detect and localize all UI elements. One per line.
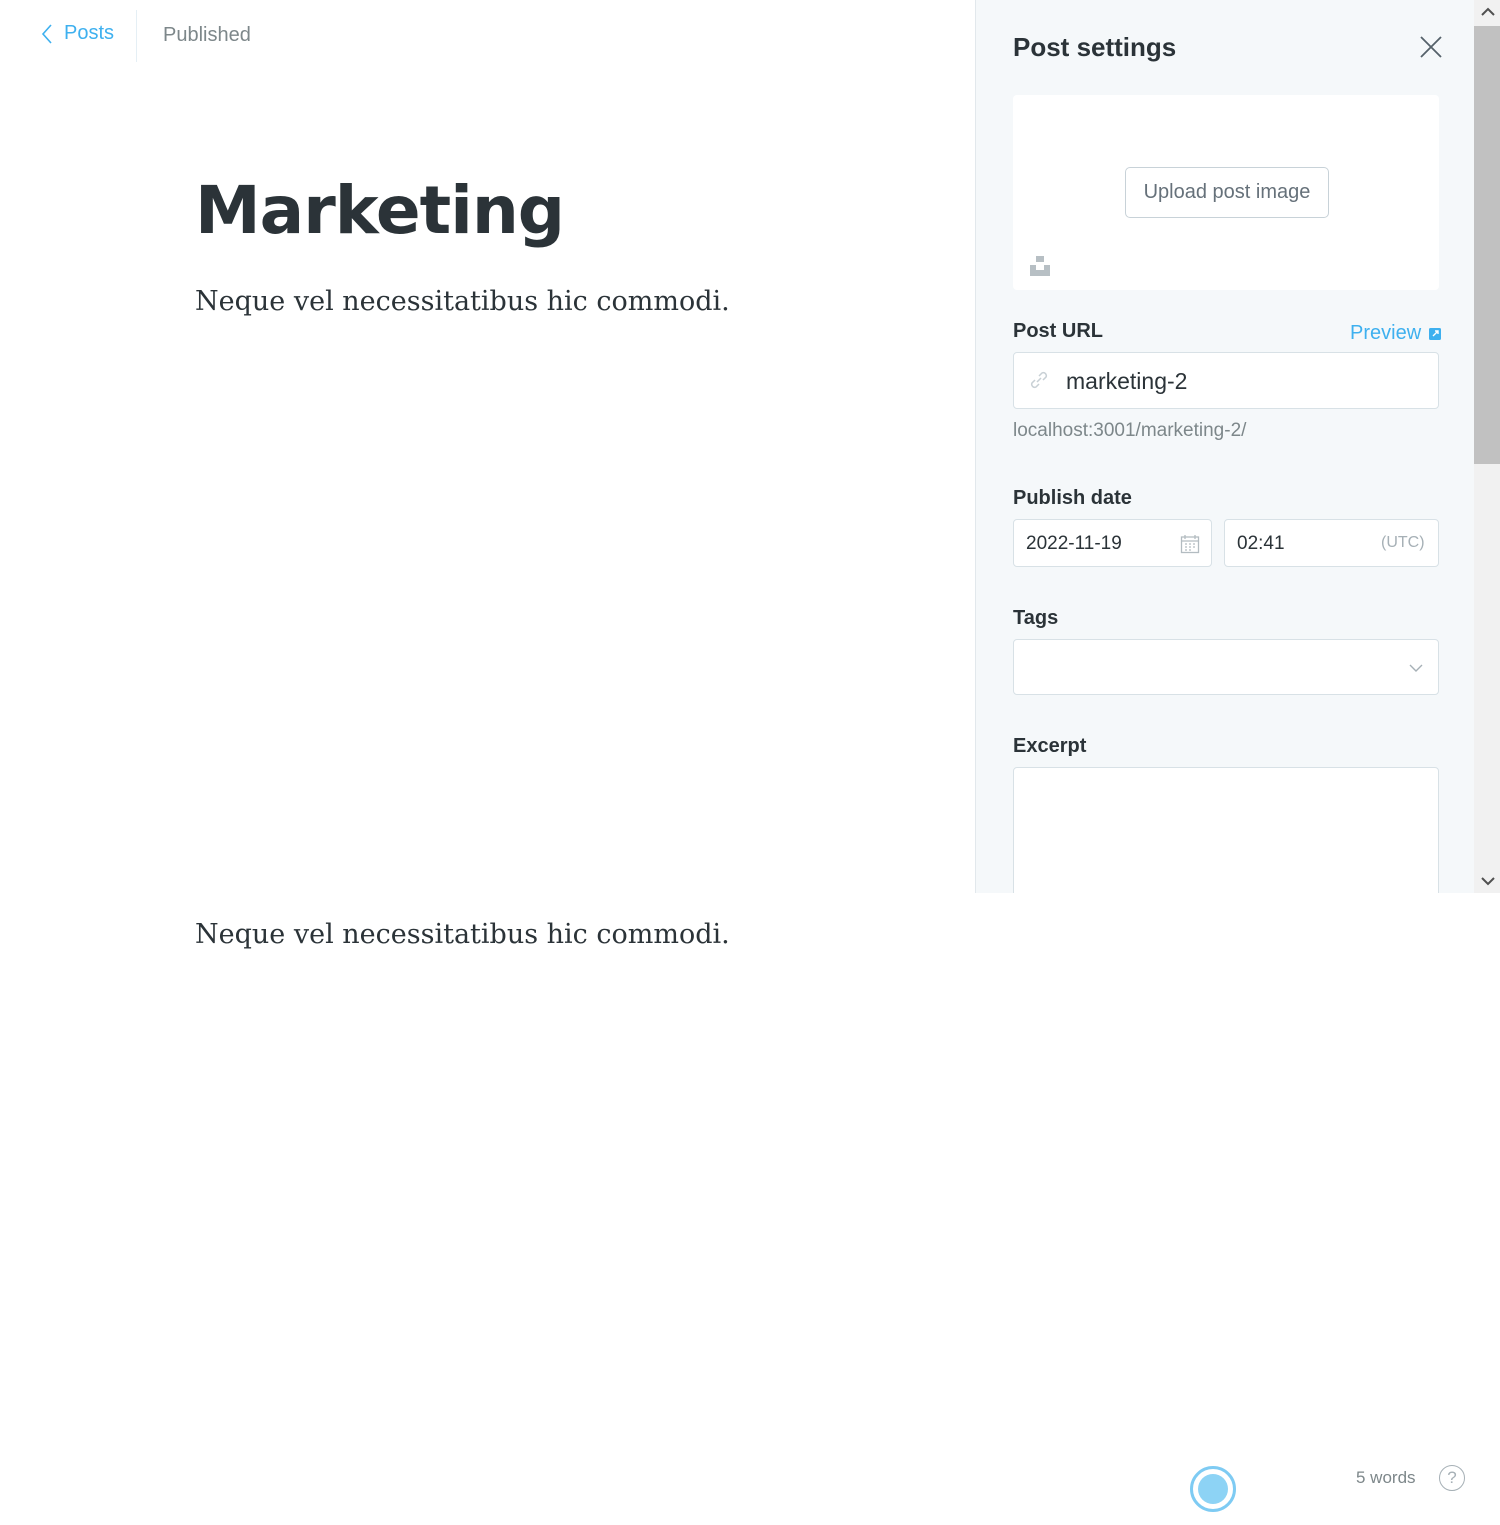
chevron-left-icon [41,23,52,44]
publish-date-field[interactable] [1013,519,1212,567]
calendar-icon[interactable] [1180,534,1200,554]
post-image-dropzone[interactable]: Upload post image [1013,95,1439,290]
excerpt-label: Excerpt [1013,735,1087,757]
preview-link[interactable]: Preview [1350,322,1442,345]
external-link-icon [1429,327,1442,340]
back-to-posts-link[interactable]: Posts [40,22,114,45]
post-paragraph[interactable]: Neque vel necessitatibus hic commodi. [195,919,730,950]
unsplash-icon[interactable] [1029,255,1051,277]
word-count: 5 words [1356,1468,1416,1487]
saving-spinner [1190,1466,1236,1512]
post-url-input[interactable] [1066,363,1426,399]
excerpt-textarea[interactable] [1013,767,1439,893]
timezone-label: (UTC) [1381,534,1425,551]
scroll-thumb[interactable] [1474,26,1500,464]
publish-date-input[interactable] [1026,529,1166,559]
panel-scrollbar[interactable] [1474,0,1500,893]
upload-post-image-button[interactable]: Upload post image [1125,167,1329,218]
post-title[interactable]: Marketing [195,172,565,249]
help-icon[interactable]: ? [1439,1465,1465,1491]
spinner-dot [1198,1474,1228,1504]
post-url-label: Post URL [1013,320,1103,342]
publish-time-field[interactable]: (UTC) [1224,519,1439,567]
post-settings-panel: Post settings Upload post image Post URL… [975,0,1500,893]
publish-time-input[interactable] [1237,529,1347,559]
panel-title: Post settings [1013,32,1177,62]
post-status: Published [163,24,251,46]
publish-date-label: Publish date [1013,487,1132,509]
nav-divider [136,10,137,62]
scroll-down-button[interactable] [1474,869,1500,893]
back-label: Posts [64,22,115,44]
post-url-field[interactable] [1013,352,1439,409]
tags-input[interactable] [1013,639,1439,695]
chevron-up-icon [1480,7,1495,16]
close-icon[interactable] [1418,34,1444,60]
post-url-hint: localhost:3001/marketing-2/ [1013,420,1247,441]
post-paragraph[interactable]: Neque vel necessitatibus hic commodi. [195,286,730,317]
chevron-down-icon [1409,664,1423,672]
tags-label: Tags [1013,607,1059,629]
chevron-down-icon [1480,877,1495,886]
scroll-up-button[interactable] [1474,0,1500,24]
link-icon [1030,371,1048,389]
preview-label: Preview [1350,322,1422,344]
